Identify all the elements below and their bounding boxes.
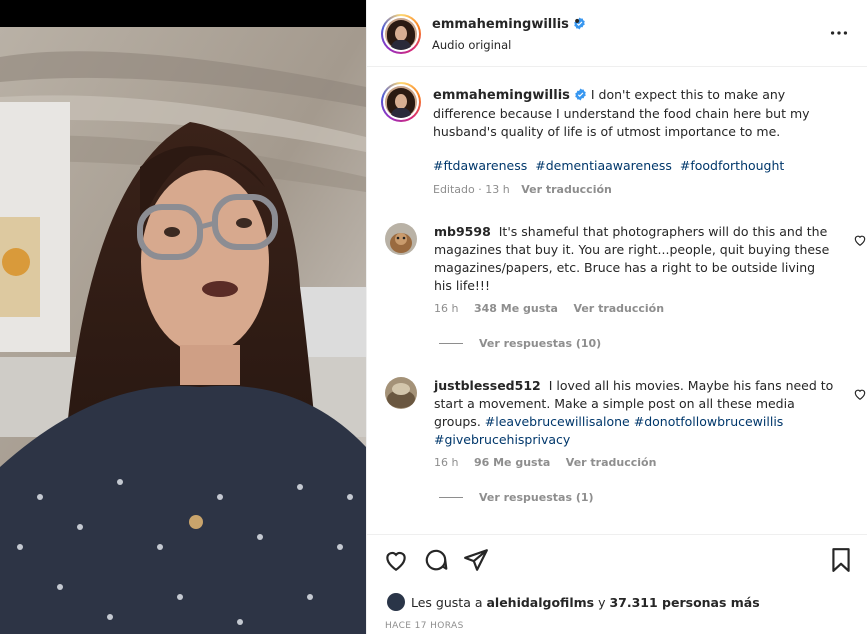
- caption-username-text[interactable]: emmahemingwillis: [433, 88, 570, 103]
- hashtag-link[interactable]: #ftdawareness: [433, 158, 527, 173]
- likes-prefix: Les gusta a: [411, 595, 483, 610]
- hashtag-link[interactable]: #donotfollowbrucewillis: [634, 414, 784, 429]
- likes-others-count[interactable]: 37.311 personas más: [609, 595, 759, 610]
- post-panel: emmahemingwillis • Audio original emmahe…: [366, 0, 867, 634]
- comment-body: justblessed512 I loved all his movies. M…: [434, 377, 834, 449]
- author-username-text[interactable]: emmahemingwillis: [432, 17, 569, 32]
- likes-conjunction: y: [598, 595, 606, 610]
- caption-translate-link[interactable]: Ver traducción: [521, 183, 612, 196]
- heart-icon[interactable]: [383, 547, 409, 573]
- author-username[interactable]: emmahemingwillis: [432, 17, 586, 32]
- post-video[interactable]: [0, 0, 366, 634]
- hashtag-link[interactable]: #leavebrucewillisalone: [485, 414, 630, 429]
- comment-text: It's shameful that photographers will do…: [434, 224, 830, 293]
- comment-like-count[interactable]: 348 Me gusta: [474, 302, 558, 315]
- comment-meta: 16 h 96 Me gusta Ver traducción: [434, 456, 668, 469]
- hashtag-link[interactable]: #foodforthought: [680, 158, 784, 173]
- comments-section[interactable]: emmahemingwillis I don't expect this to …: [367, 68, 867, 534]
- verified-badge-icon: [575, 88, 586, 101]
- view-replies-button[interactable]: Ver respuestas (1): [439, 491, 594, 504]
- comment-translate-link[interactable]: Ver traducción: [573, 302, 664, 315]
- more-options-icon[interactable]: [828, 22, 850, 44]
- liker-username[interactable]: alehidalgofilms: [486, 595, 594, 610]
- comment-translate-link[interactable]: Ver traducción: [566, 456, 657, 469]
- comment-icon[interactable]: [423, 547, 449, 573]
- share-icon[interactable]: [463, 547, 489, 573]
- comment-body: mb9598 It's shameful that photographers …: [434, 223, 834, 295]
- audio-label[interactable]: Audio original: [432, 38, 511, 52]
- heart-icon[interactable]: [853, 233, 867, 247]
- commenter-username[interactable]: mb9598: [434, 224, 491, 239]
- view-replies-label[interactable]: Ver respuestas (1): [479, 491, 594, 504]
- view-replies-label[interactable]: Ver respuestas (10): [479, 337, 601, 350]
- likes-summary[interactable]: Les gusta a alehidalgofilms y 37.311 per…: [387, 593, 760, 611]
- view-replies-button[interactable]: Ver respuestas (10): [439, 337, 601, 350]
- caption-author-avatar[interactable]: [381, 82, 421, 122]
- replies-divider: [439, 343, 463, 344]
- post-actions: Les gusta a alehidalgofilms y 37.311 per…: [367, 534, 867, 634]
- comment-time: 16 h: [434, 302, 459, 315]
- caption-edited-time: Editado · 13 h: [433, 183, 510, 196]
- hashtag-link[interactable]: #givebrucehisprivacy: [434, 432, 570, 447]
- replies-divider: [439, 497, 463, 498]
- header-separator-dot: •: [573, 14, 582, 30]
- heart-icon[interactable]: [853, 387, 867, 401]
- liker-avatar[interactable]: [387, 593, 405, 611]
- commenter-username[interactable]: justblessed512: [434, 378, 541, 393]
- caption-hashtags: #ftdawareness #dementiaawareness #foodfo…: [433, 158, 788, 173]
- media-top-bar: [0, 0, 366, 27]
- hashtag-link[interactable]: #dementiaawareness: [535, 158, 672, 173]
- comment-meta: 16 h 348 Me gusta Ver traducción: [434, 302, 676, 315]
- caption-meta: Editado · 13 h Ver traducción: [433, 183, 612, 196]
- bookmark-icon[interactable]: [828, 547, 854, 573]
- caption-username[interactable]: emmahemingwillis: [433, 88, 587, 103]
- caption-text-block: emmahemingwillis I don't expect this to …: [433, 86, 845, 141]
- post-timestamp[interactable]: HACE 17 HORAS: [385, 621, 464, 631]
- author-avatar[interactable]: [381, 14, 421, 54]
- commenter-avatar[interactable]: [385, 223, 417, 255]
- commenter-avatar[interactable]: [385, 377, 417, 409]
- comment-like-count[interactable]: 96 Me gusta: [474, 456, 550, 469]
- post-header: emmahemingwillis • Audio original: [367, 0, 867, 67]
- comment-time: 16 h: [434, 456, 459, 469]
- video-frame-illustration: [0, 27, 366, 634]
